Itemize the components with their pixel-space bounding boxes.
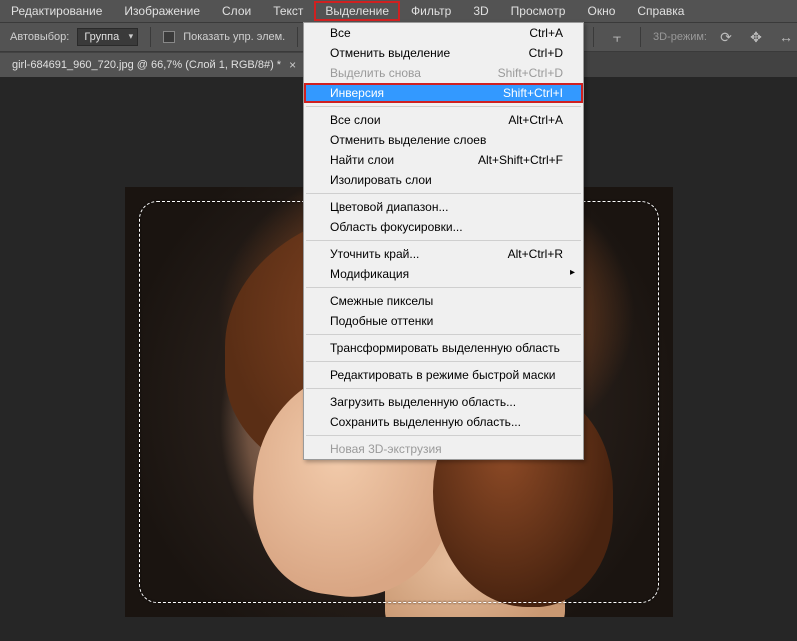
menu-item-label: Отменить выделение слоев	[330, 133, 486, 147]
slide-3d-icon[interactable]: ↔	[775, 26, 797, 48]
menu-item-label: Область фокусировки...	[330, 220, 463, 234]
menu-item-label: Загрузить выделенную область...	[330, 395, 516, 409]
close-icon[interactable]: ×	[289, 58, 296, 72]
menu-item-label: Выделить снова	[330, 66, 421, 80]
menu-separator	[306, 106, 581, 107]
menu-text[interactable]: Текст	[262, 1, 314, 21]
menu-item[interactable]: Цветовой диапазон...	[304, 197, 583, 217]
menu-3d[interactable]: 3D	[462, 1, 499, 21]
menu-item-label: Сохранить выделенную область...	[330, 415, 521, 429]
separator	[150, 27, 151, 47]
menu-item-label: Редактировать в режиме быстрой маски	[330, 368, 555, 382]
menu-item[interactable]: Уточнить край... Alt+Ctrl+R	[304, 244, 583, 264]
menubar: Редактирование Изображение Слои Текст Вы…	[0, 0, 797, 22]
menu-item-shortcut: Alt+Ctrl+R	[508, 247, 563, 261]
menu-item[interactable]: Отменить выделение слоев	[304, 130, 583, 150]
menu-separator	[306, 388, 581, 389]
menu-item-label: Уточнить край...	[330, 247, 419, 261]
menu-item-label: Подобные оттенки	[330, 314, 433, 328]
menu-item[interactable]: Все Ctrl+A	[304, 23, 583, 43]
menu-item-label: Инверсия	[330, 86, 384, 100]
menu-item-label: Найти слои	[330, 153, 394, 167]
menu-item[interactable]: Загрузить выделенную область...	[304, 392, 583, 412]
menu-edit[interactable]: Редактирование	[0, 1, 113, 21]
show-controls-checkbox[interactable]	[163, 31, 175, 43]
menu-item-label: Смежные пикселы	[330, 294, 433, 308]
menu-item-shortcut: Shift+Ctrl+D	[498, 66, 563, 80]
menu-item-label: Все слои	[330, 113, 381, 127]
menu-item[interactable]: Все слои Alt+Ctrl+A	[304, 110, 583, 130]
document-tab[interactable]: girl-684691_960_720.jpg @ 66,7% (Слой 1,…	[0, 53, 308, 77]
menu-view[interactable]: Просмотр	[500, 1, 577, 21]
show-controls-label: Показать упр. элем.	[183, 31, 285, 43]
menu-item[interactable]: Смежные пикселы	[304, 291, 583, 311]
menu-item-shortcut: Shift+Ctrl+I	[503, 86, 563, 100]
menu-separator	[306, 287, 581, 288]
menu-item: Выделить снова Shift+Ctrl+D	[304, 63, 583, 83]
menu-separator	[306, 334, 581, 335]
menu-item[interactable]: Область фокусировки...	[304, 217, 583, 237]
pan-3d-icon[interactable]: ✥	[745, 26, 767, 48]
menu-item-label: Модификация	[330, 267, 409, 281]
menu-item[interactable]: Инверсия Shift+Ctrl+I	[304, 83, 583, 103]
menu-item: Новая 3D-экструзия	[304, 439, 583, 459]
menu-select[interactable]: Выделение	[314, 1, 400, 21]
select-menu-dropdown: Все Ctrl+A Отменить выделение Ctrl+D Выделит…	[303, 22, 584, 460]
menu-item-shortcut: Alt+Ctrl+A	[508, 113, 563, 127]
menu-separator	[306, 435, 581, 436]
menu-item-shortcut: Ctrl+D	[529, 46, 563, 60]
menu-item-label: Новая 3D-экструзия	[330, 442, 442, 456]
auto-select-label: Автовыбор:	[10, 31, 69, 43]
mode-3d-label: 3D-режим:	[653, 31, 707, 43]
menu-item[interactable]: Модификация	[304, 264, 583, 284]
menu-item-label: Трансформировать выделенную область	[330, 341, 560, 355]
menu-item-label: Все	[330, 26, 351, 40]
orbit-3d-icon[interactable]: ⟳	[715, 26, 737, 48]
menu-item[interactable]: Отменить выделение Ctrl+D	[304, 43, 583, 63]
menu-item-shortcut: Ctrl+A	[529, 26, 563, 40]
menu-separator	[306, 240, 581, 241]
menu-item-label: Изолировать слои	[330, 173, 432, 187]
menu-item-label: Отменить выделение	[330, 46, 450, 60]
menu-item[interactable]: Сохранить выделенную область...	[304, 412, 583, 432]
menu-item[interactable]: Трансформировать выделенную область	[304, 338, 583, 358]
menu-item[interactable]: Редактировать в режиме быстрой маски	[304, 365, 583, 385]
menu-help[interactable]: Справка	[626, 1, 695, 21]
separator	[640, 27, 641, 47]
document-tab-title: girl-684691_960_720.jpg @ 66,7% (Слой 1,…	[12, 59, 281, 71]
menu-layers[interactable]: Слои	[211, 1, 262, 21]
menu-image[interactable]: Изображение	[113, 1, 211, 21]
menu-separator	[306, 361, 581, 362]
distribute-icon[interactable]: ⫟	[606, 26, 628, 48]
menu-item-label: Цветовой диапазон...	[330, 200, 448, 214]
menu-separator	[306, 193, 581, 194]
menu-item-shortcut: Alt+Shift+Ctrl+F	[478, 153, 563, 167]
menu-item[interactable]: Подобные оттенки	[304, 311, 583, 331]
menu-item[interactable]: Найти слои Alt+Shift+Ctrl+F	[304, 150, 583, 170]
separator	[297, 27, 298, 47]
menu-item[interactable]: Изолировать слои	[304, 170, 583, 190]
menu-window[interactable]: Окно	[576, 1, 626, 21]
menu-filter[interactable]: Фильтр	[400, 1, 462, 21]
auto-select-dropdown[interactable]: Группа	[77, 28, 138, 46]
separator	[593, 27, 594, 47]
